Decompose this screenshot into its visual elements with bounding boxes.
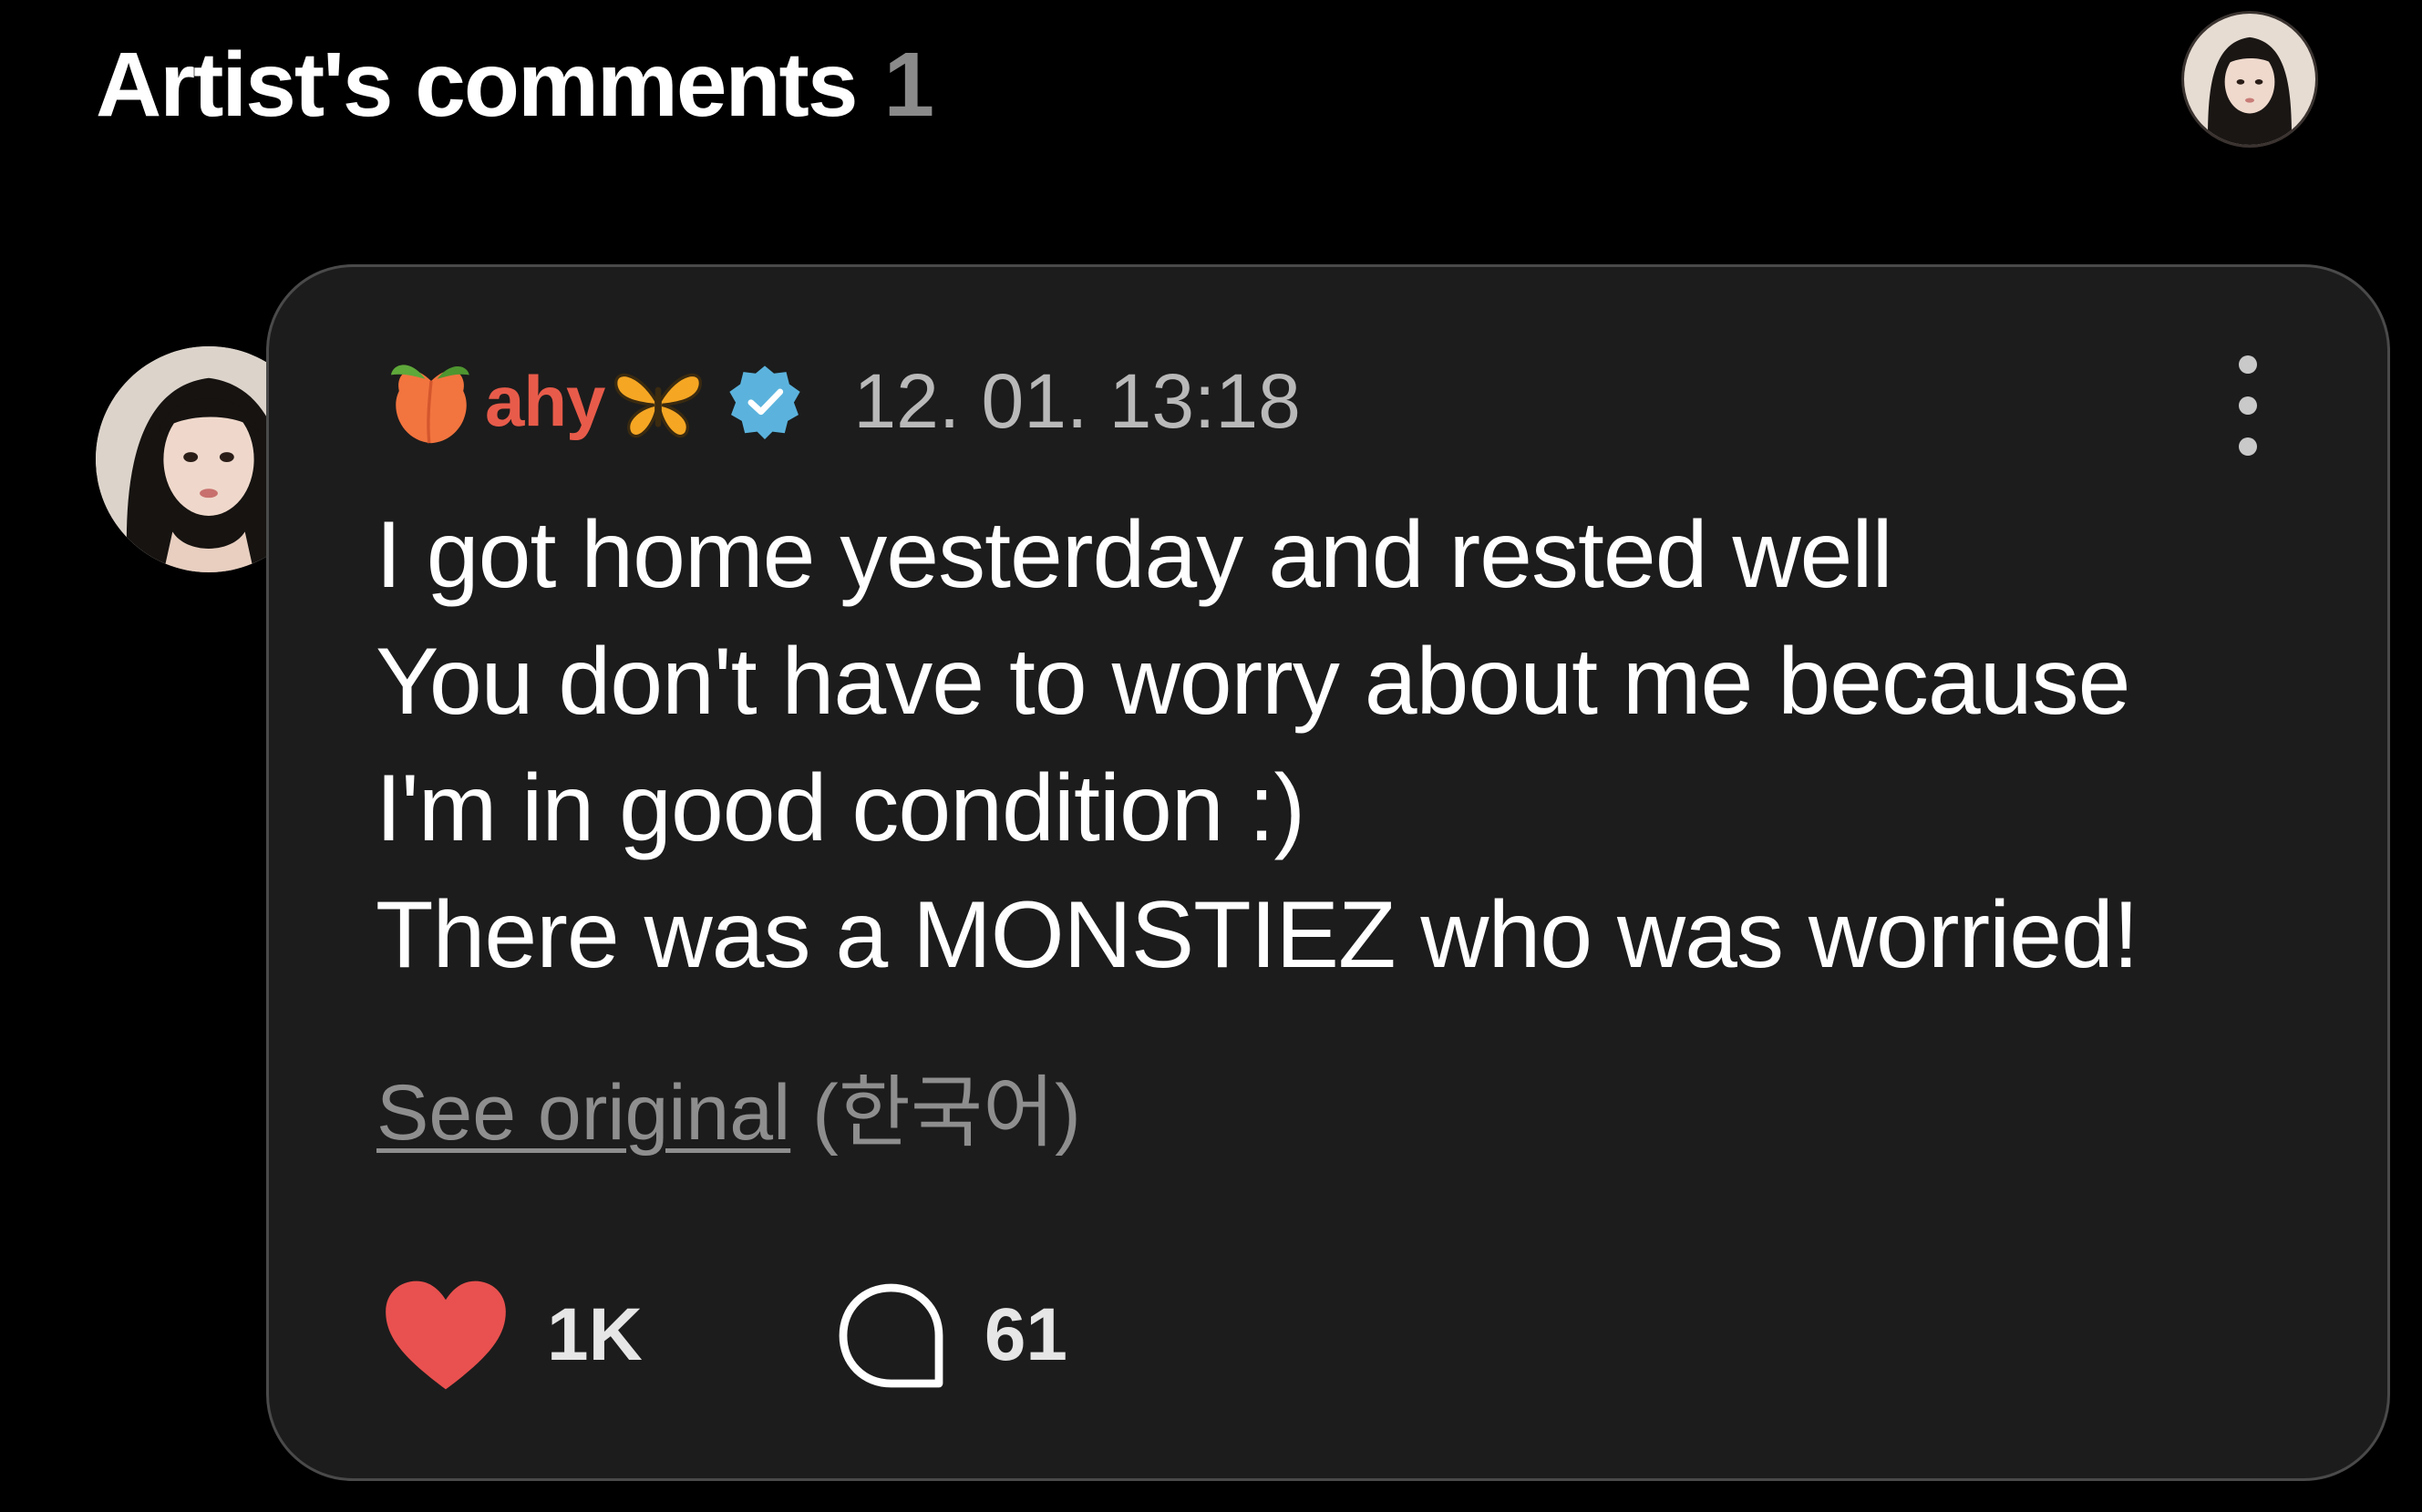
comment-line: There was a MONSTIEZ who was worried!: [376, 882, 2139, 988]
comment-count: 1: [883, 33, 934, 136]
comment-body: I got home yesterday and rested well You…: [376, 492, 2335, 999]
original-language: (한국어): [812, 1069, 1081, 1157]
avatar-photo: [2184, 14, 2315, 145]
peach-icon: [381, 351, 481, 451]
see-original-link[interactable]: See original: [376, 1069, 790, 1157]
butterfly-icon: [608, 351, 708, 451]
like-button[interactable]: 1K: [381, 1276, 643, 1394]
heart-icon: [381, 1276, 510, 1394]
commenter-username[interactable]: ahy: [485, 360, 605, 443]
section-title: Artist's comments: [96, 33, 858, 136]
reply-button[interactable]: 61: [834, 1279, 1067, 1393]
like-count: 1K: [547, 1293, 643, 1376]
reply-count: 61: [984, 1293, 1068, 1376]
comment-actions: 1K 61: [381, 1276, 1067, 1394]
verified-badge-icon: [727, 363, 803, 439]
comment-line: You don't have to worry about me because: [376, 629, 2130, 735]
profile-avatar[interactable]: [2181, 11, 2318, 148]
comment-meta: ahy 12. 01. 13:18: [381, 351, 1301, 451]
see-original: See original (한국어): [376, 1048, 1081, 1162]
speech-bubble-icon: [834, 1279, 948, 1393]
more-options-icon[interactable]: [2224, 355, 2272, 456]
comment-line: I got home yesterday and rested well: [376, 502, 1893, 608]
comment-line: I'm in good condition :): [376, 756, 1305, 861]
section-header: Artist's comments 1: [96, 26, 934, 144]
comment-timestamp: 12. 01. 13:18: [853, 357, 1301, 444]
